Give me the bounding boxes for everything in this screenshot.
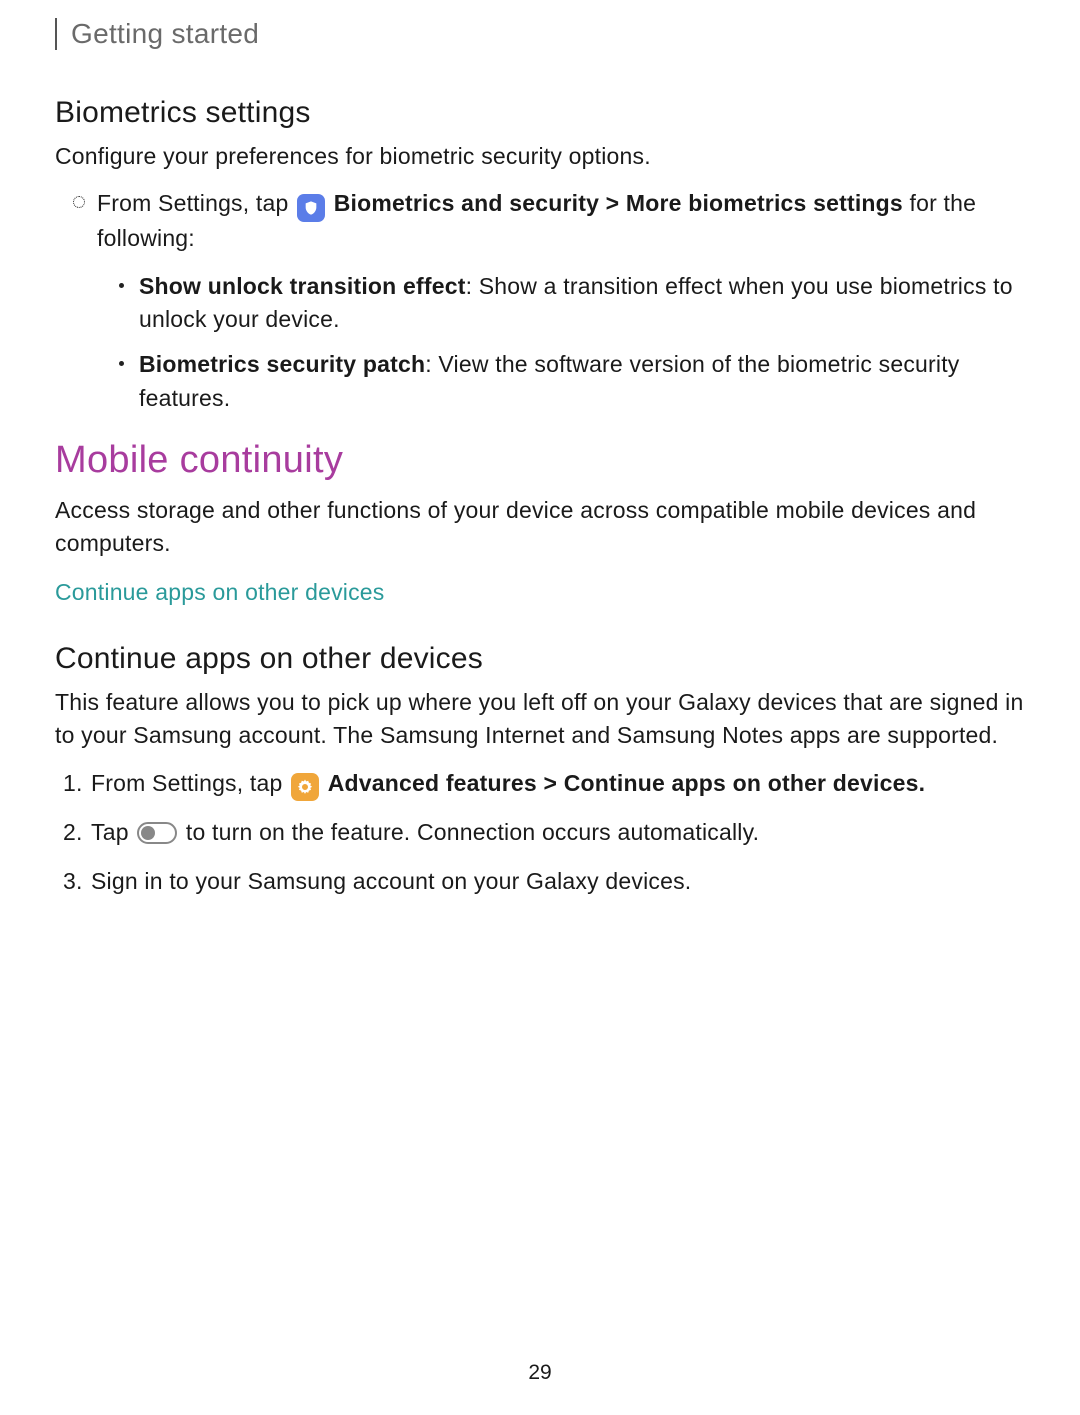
biometrics-heading: Biometrics settings (55, 96, 1025, 130)
step2-suffix: to turn on the feature. Connection occur… (186, 819, 759, 845)
step1-bold: Advanced features > Continue apps on oth… (328, 770, 926, 796)
continue-apps-link[interactable]: Continue apps on other devices (55, 579, 1025, 606)
mobile-continuity-heading: Mobile continuity (55, 439, 1025, 482)
biometrics-intro: Configure your preferences for biometric… (55, 140, 1025, 173)
continue-apps-intro: This feature allows you to pick up where… (55, 686, 1025, 753)
sub1-bold: Show unlock transition effect (139, 273, 466, 299)
continue-apps-steps: From Settings, tap Advanced features > C… (91, 766, 1025, 898)
biometrics-step: From Settings, tap Biometrics and securi… (97, 187, 1025, 415)
step-2: Tap to turn on the feature. Connection o… (91, 815, 1025, 850)
breadcrumb-bar: Getting started (55, 18, 1025, 50)
page-number: 29 (0, 1361, 1080, 1385)
sub-item-1: Show unlock transition effect: Show a tr… (139, 270, 1025, 337)
breadcrumb: Getting started (71, 18, 1025, 50)
step-bold: Biometrics and security > More biometric… (334, 190, 903, 216)
sub-item-2: Biometrics security patch: View the soft… (139, 348, 1025, 415)
continue-apps-heading: Continue apps on other devices (55, 642, 1025, 676)
mobile-continuity-intro: Access storage and other functions of yo… (55, 494, 1025, 561)
step2-prefix: Tap (91, 819, 135, 845)
gear-icon (291, 773, 319, 801)
biometrics-steps: From Settings, tap Biometrics and securi… (97, 187, 1025, 415)
step-prefix: From Settings, tap (97, 190, 295, 216)
step1-prefix: From Settings, tap (91, 770, 289, 796)
biometrics-sublist: Show unlock transition effect: Show a tr… (139, 270, 1025, 415)
shield-icon (297, 194, 325, 222)
step-1: From Settings, tap Advanced features > C… (91, 766, 1025, 801)
sub2-bold: Biometrics security patch (139, 351, 425, 377)
toggle-icon (137, 822, 177, 844)
step-3: Sign in to your Samsung account on your … (91, 864, 1025, 899)
